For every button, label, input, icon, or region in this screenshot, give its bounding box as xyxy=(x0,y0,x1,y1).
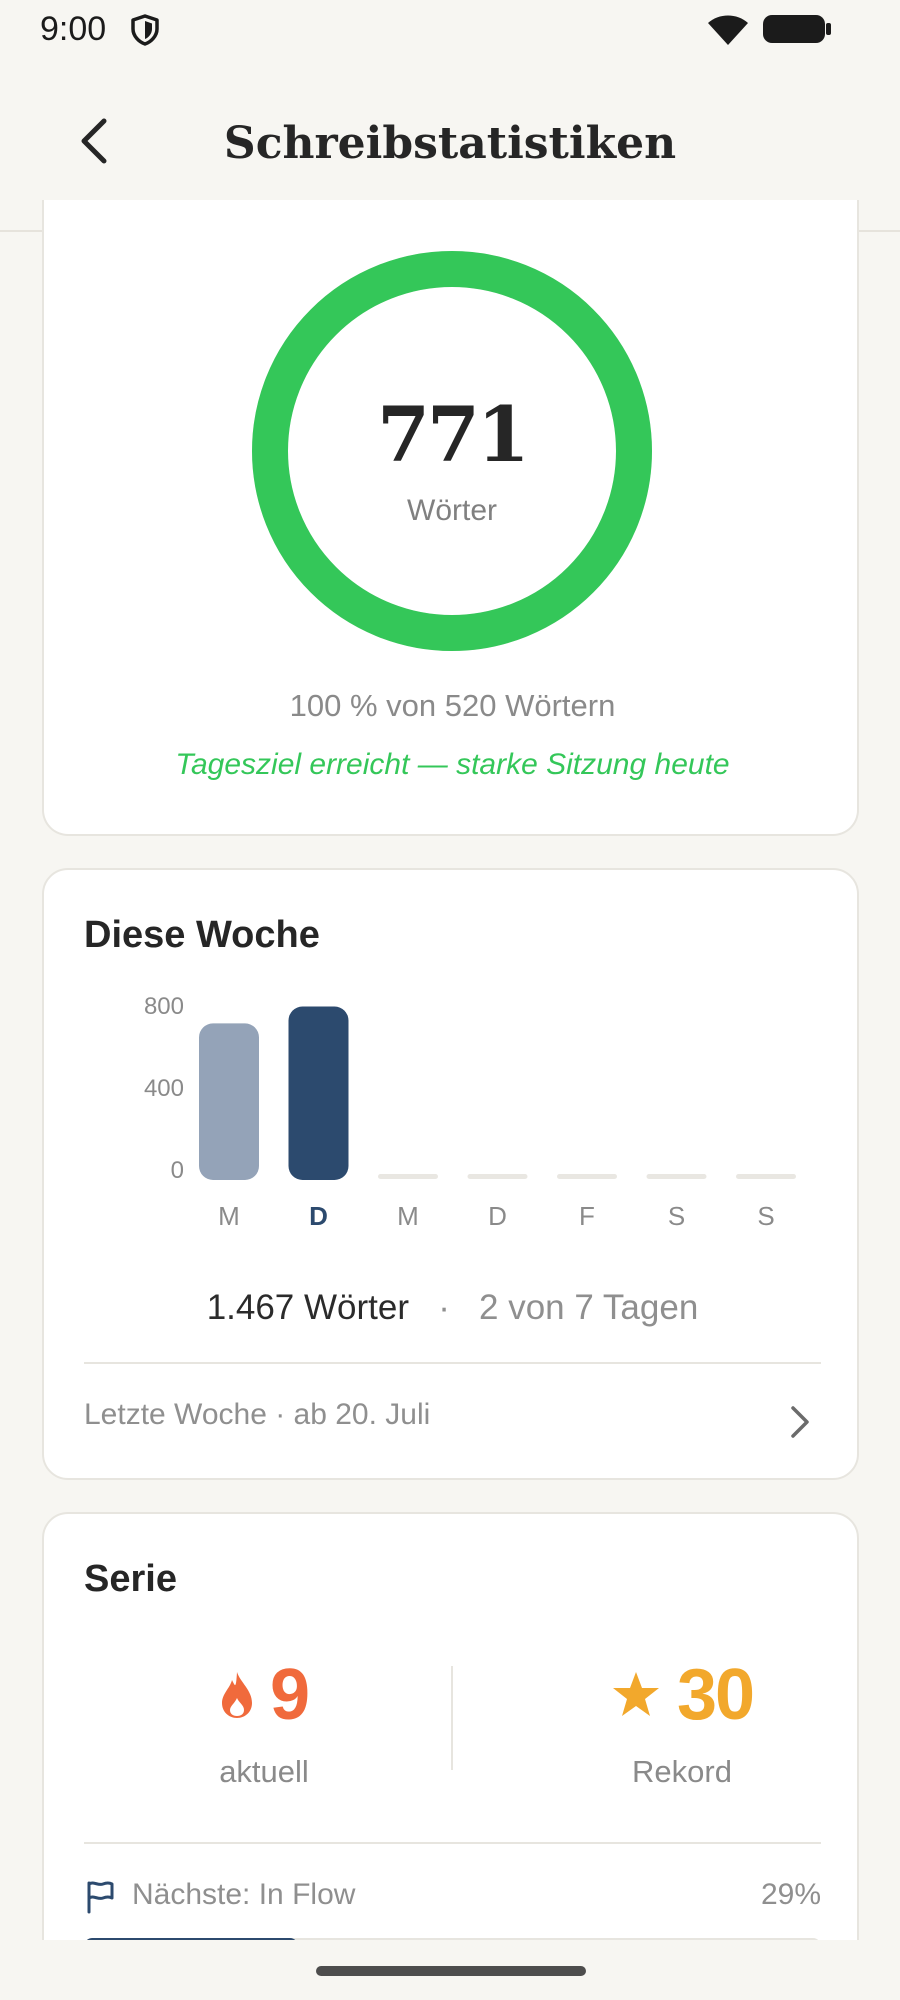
y-tick-label: 0 xyxy=(171,1157,184,1184)
y-tick-label: 800 xyxy=(144,993,184,1020)
home-indicator[interactable] xyxy=(316,1966,586,1976)
words-today-unit: Wörter xyxy=(407,494,497,527)
page-title: Schreibstatistiken xyxy=(223,118,677,169)
last-week-label: Letzte Woche · ab 20. Juli xyxy=(84,1398,431,1431)
daily-goal-card: 771 Wörter 100 % von 520 Wörtern Tageszi… xyxy=(42,200,859,836)
streak-card: Serie 9 aktuell 30 Rekord Nächste: In Fl… xyxy=(42,1512,859,2000)
this-week-card: Diese Woche 800 400 0 M D M D F S S 1.467 Wörter … xyxy=(42,868,859,1480)
streak-current-label: aktuell xyxy=(219,1754,309,1789)
chevron-right-icon xyxy=(791,1406,809,1438)
words-today-value: 771 xyxy=(377,390,530,479)
streak-current-value: 9 xyxy=(269,1655,310,1735)
wifi-icon xyxy=(708,15,748,45)
bar-empty xyxy=(557,1174,617,1179)
x-tick-label: D xyxy=(488,1201,507,1230)
battery-icon xyxy=(763,15,831,43)
goal-ring: 771 Wörter xyxy=(251,250,653,652)
streak-current-number: 9 xyxy=(220,1654,310,1736)
streak-best-value: 30 xyxy=(676,1655,755,1735)
goal-message: Tagesziel erreicht — starke Sitzung heut… xyxy=(175,748,730,781)
x-tick-label: M xyxy=(218,1201,240,1230)
week-title: Diese Woche xyxy=(84,914,320,956)
x-tick-label: M xyxy=(397,1201,419,1230)
bar-empty xyxy=(646,1174,707,1179)
week-days-text: 2 von 7 Tagen xyxy=(479,1288,699,1327)
next-milestone-percent: 29% xyxy=(760,1878,821,1911)
goal-progress-text: 100 % von 520 Wörtern xyxy=(289,688,616,723)
next-milestone-label: Nächste: In Flow xyxy=(132,1878,356,1911)
week-summary-separator: · xyxy=(438,1288,450,1327)
bar xyxy=(288,1006,349,1180)
x-tick-label: S xyxy=(757,1201,774,1230)
streak-best-number: 30 xyxy=(611,1654,755,1736)
week-summary: 1.467 Wörter · 2 von 7 Tagen xyxy=(44,1288,857,1328)
streak-title: Serie xyxy=(84,1558,177,1600)
flag-icon xyxy=(87,1881,114,1914)
x-tick-label: F xyxy=(579,1201,595,1230)
divider xyxy=(84,1842,821,1844)
flame-icon xyxy=(221,1672,252,1718)
week-total: 1.467 Wörter xyxy=(206,1288,409,1327)
streak-separator xyxy=(451,1666,453,1770)
status-bar: 9:00 xyxy=(0,0,900,60)
star-icon xyxy=(612,1672,659,1716)
streak-best-label: Rekord xyxy=(632,1754,732,1789)
bar-empty xyxy=(467,1174,528,1179)
status-time: 9:00 xyxy=(40,10,107,48)
bar xyxy=(199,1023,259,1180)
next-milestone-row: Nächste: In Flow 29% xyxy=(84,1874,821,1924)
x-tick-label: D xyxy=(309,1201,328,1230)
bar-empty xyxy=(378,1174,438,1179)
last-week-link[interactable]: Letzte Woche · ab 20. Juli xyxy=(84,1398,821,1448)
divider xyxy=(84,1362,821,1364)
bar-empty xyxy=(736,1174,796,1179)
shield-icon xyxy=(131,14,159,46)
week-bar-chart: 800 400 0 M D M D F S S xyxy=(144,993,796,1230)
streak-best: 30 Rekord xyxy=(502,1654,857,1834)
y-tick-label: 400 xyxy=(144,1075,184,1102)
x-tick-label: S xyxy=(668,1201,685,1230)
streak-current: 9 aktuell xyxy=(84,1654,444,1834)
